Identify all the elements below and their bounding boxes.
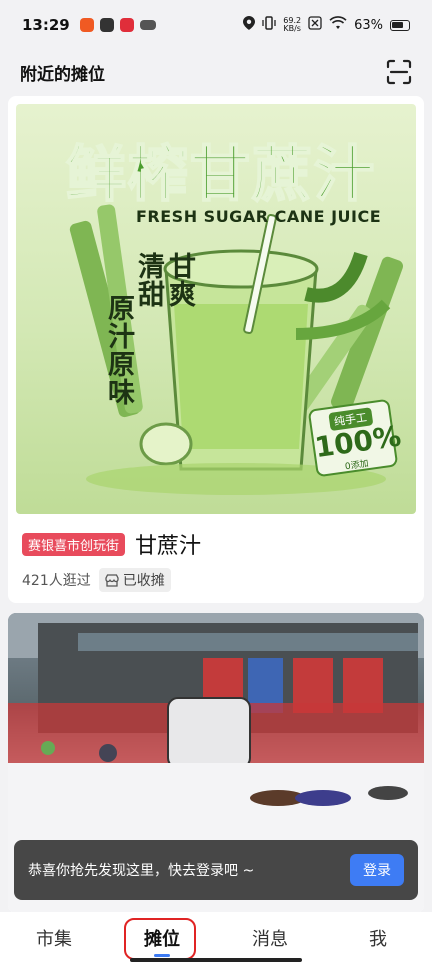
login-prompt-text: 恭喜你抢先发现这里，快去登录吧 ~ — [28, 863, 255, 879]
app-notification-icon — [79, 18, 94, 32]
app-notification-icon — [139, 20, 156, 30]
bottom-tab-bar: 市集 摊位 消息 我 — [0, 912, 432, 964]
poster-title: 鲜榨甘蔗汁 — [65, 139, 376, 211]
tab-me[interactable]: 我 — [324, 912, 432, 964]
page-header: 附近的摊位 — [0, 50, 432, 94]
visitor-count: 421人逛过 — [22, 573, 91, 589]
vibrate-icon — [262, 16, 276, 34]
shop-icon — [105, 573, 119, 587]
wifi-icon — [329, 16, 347, 34]
tab-messages[interactable]: 消息 — [216, 912, 324, 964]
district-tag: 赛银喜市创玩街 — [22, 532, 126, 556]
app-notification-icon — [119, 18, 134, 32]
login-prompt-toast: 恭喜你抢先发现这里，快去登录吧 ~ 登录 — [14, 840, 418, 900]
poster-subtitle: FRESH SUGAR CANE JUICE — [136, 207, 382, 226]
status-time: 13:29 — [22, 16, 70, 34]
status-bar: 13:29 69.2 KB/s 63% — [0, 0, 432, 50]
battery-level: 63% — [354, 17, 383, 33]
stall-poster-image: 鲜榨甘蔗汁 FRESH SUGAR CANE JUICE 清甜 甘爽 原汁原味 … — [16, 104, 416, 514]
home-indicator[interactable] — [130, 958, 302, 962]
stall-name: 甘蔗汁 — [135, 534, 202, 559]
signal-icon — [308, 16, 322, 34]
poster-slogan-1: 清甜 — [138, 252, 165, 311]
poster-slogan-2: 甘爽 — [169, 252, 196, 311]
scan-icon — [386, 59, 412, 85]
stall-status-badge: 已收摊 — [98, 568, 171, 592]
page-title: 附近的摊位 — [20, 64, 105, 85]
poster-badge: 纯手工 100% 0添加 — [307, 398, 403, 478]
active-tab-indicator — [154, 954, 170, 957]
stall-card[interactable]: 鲜榨甘蔗汁 FRESH SUGAR CANE JUICE 清甜 甘爽 原汁原味 … — [8, 96, 424, 603]
scan-button[interactable] — [386, 59, 412, 85]
app-notification-icon — [99, 18, 114, 32]
net-speed: 69.2 KB/s — [283, 16, 302, 33]
tab-market[interactable]: 市集 — [0, 912, 108, 964]
poster-slogan-3: 原汁原味 — [108, 294, 135, 409]
login-button[interactable]: 登录 — [350, 854, 404, 886]
location-icon — [243, 16, 256, 34]
battery-icon — [390, 19, 410, 31]
